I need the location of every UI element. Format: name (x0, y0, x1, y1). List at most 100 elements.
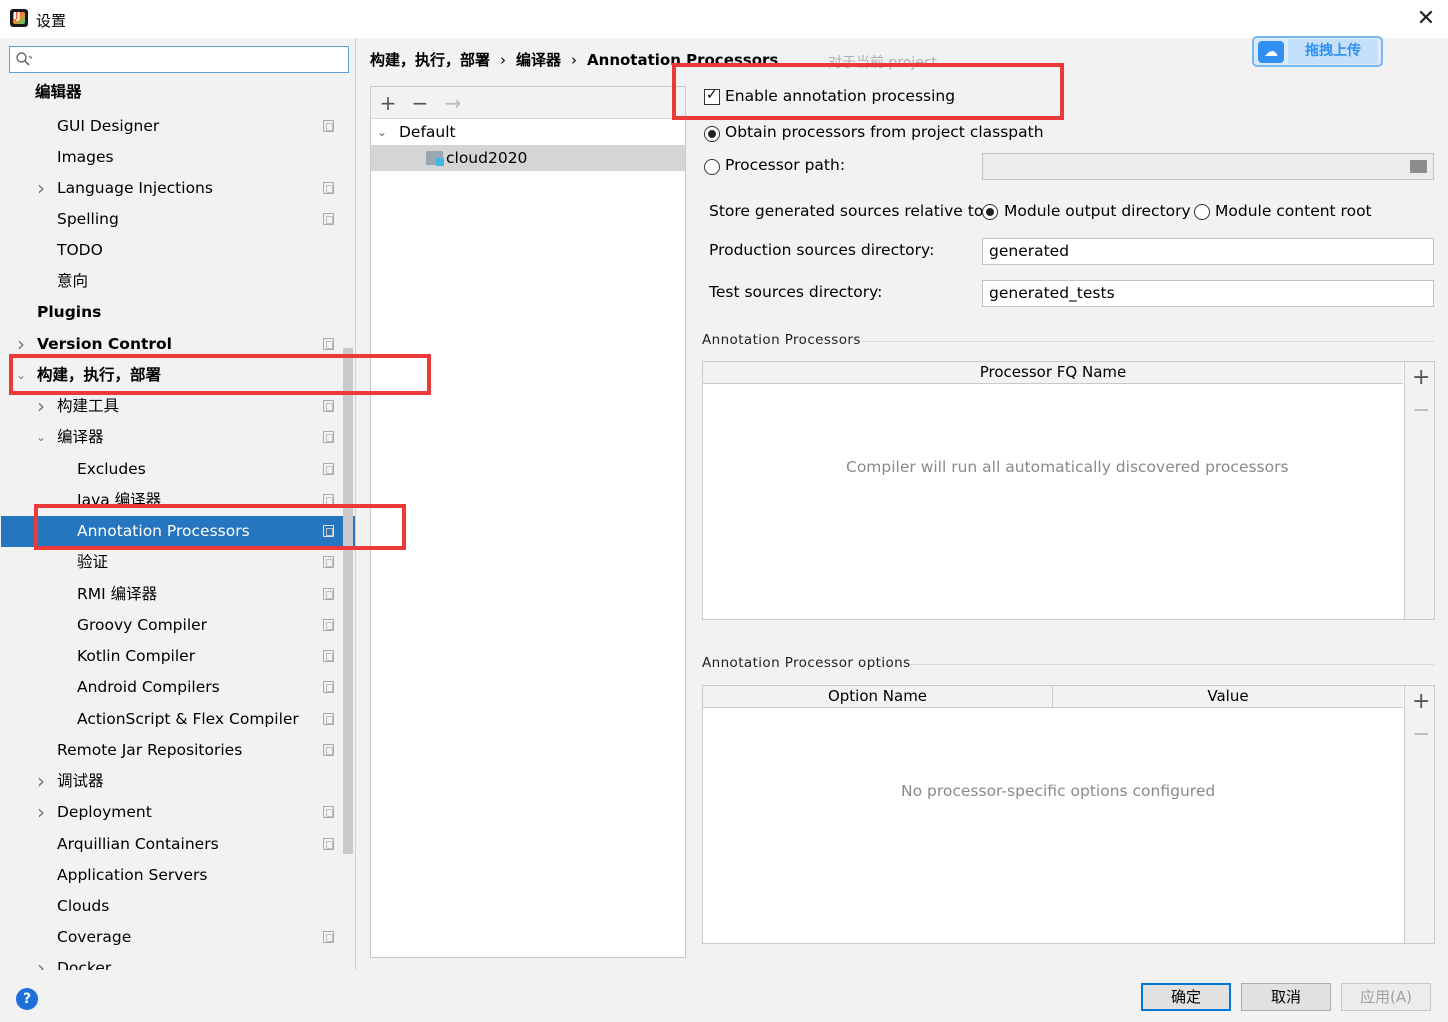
help-button[interactable]: ? (16, 988, 38, 1010)
breadcrumb-item[interactable]: 编译器 (516, 51, 561, 69)
processors-side-toolbar: + − (1404, 362, 1434, 619)
production-sources-label: Production sources directory: (709, 241, 935, 259)
sidebar-scrollbar[interactable] (343, 348, 353, 854)
sidebar-item[interactable]: › Language Injections (1, 173, 341, 204)
sidebar-item-label: Version Control (37, 335, 172, 353)
sidebar-item-label: RMI 编译器 (77, 585, 158, 603)
remove-profile-icon[interactable]: − (408, 91, 432, 115)
sidebar-item-label: Spelling (57, 210, 119, 228)
sidebar-item[interactable]: Application Servers (1, 860, 341, 891)
option-name-header[interactable]: Option Name (703, 686, 1053, 708)
module-output-directory-radio[interactable] (982, 204, 998, 220)
sidebar-item-label: 构建工具 (57, 397, 120, 415)
sidebar-item[interactable]: Android Compilers (1, 672, 341, 703)
processors-empty-text: Compiler will run all automatically disc… (846, 458, 1289, 476)
obtain-from-classpath-radio[interactable] (704, 126, 720, 142)
sidebar-item[interactable]: TODO (1, 235, 341, 266)
add-option-icon[interactable]: + (1412, 691, 1430, 713)
profile-label: Default (399, 123, 456, 141)
sidebar-item-label: Groovy Compiler (77, 616, 208, 634)
option-value-header[interactable]: Value (1053, 686, 1403, 708)
cancel-button[interactable]: 取消 (1241, 983, 1331, 1011)
annotation-processors-section-title: Annotation Processors (702, 332, 861, 348)
sidebar-item[interactable]: › Deployment (1, 797, 341, 828)
enable-annotation-processing-label[interactable]: Enable annotation processing (725, 87, 955, 105)
sidebar-item[interactable]: 编辑器 (1, 77, 341, 108)
upload-widget[interactable]: ☁ 拖拽上传 (1252, 36, 1383, 67)
section-divider (862, 341, 1434, 342)
enable-annotation-processing-checkbox[interactable] (704, 87, 720, 105)
sidebar-item[interactable]: › 构建工具 (1, 391, 341, 422)
chevron-right-icon[interactable]: › (14, 329, 28, 360)
options-table[interactable]: Option Name Value No processor-specific … (702, 685, 1435, 944)
apply-button[interactable]: 应用(A) (1341, 983, 1431, 1011)
profile-module-item[interactable]: cloud2020 (371, 145, 685, 171)
store-generated-label: Store generated sources relative to: (709, 202, 989, 220)
sidebar-item[interactable]: Remote Jar Repositories (1, 735, 341, 766)
chevron-right-icon[interactable]: › (34, 797, 48, 828)
remove-option-icon[interactable]: − (1412, 724, 1430, 746)
sidebar-item[interactable]: Spelling (1, 204, 341, 235)
profile-default[interactable]: ⌄ Default (371, 119, 685, 145)
sidebar-item-label: Android Compilers (77, 678, 220, 696)
sidebar-item[interactable]: 验证 (1, 547, 341, 578)
sidebar-item[interactable]: Kotlin Compiler (1, 641, 341, 672)
sidebar-item[interactable]: RMI 编译器 (1, 579, 341, 610)
chevron-right-icon[interactable]: › (34, 766, 48, 797)
sidebar-item[interactable]: ActionScript & Flex Compiler (1, 704, 341, 735)
sidebar-item[interactable]: › Version Control (1, 329, 341, 360)
processors-table[interactable]: Processor FQ Name Compiler will run all … (702, 361, 1435, 620)
production-sources-field[interactable]: generated (982, 238, 1434, 265)
chevron-down-icon[interactable]: ⌄ (14, 360, 28, 391)
breadcrumb-item[interactable]: 构建，执行，部署 (370, 51, 490, 69)
sidebar-item[interactable]: 意向 (1, 266, 341, 297)
chevron-down-icon[interactable]: ⌄ (34, 422, 48, 453)
close-button[interactable]: ✕ (1412, 6, 1440, 32)
sidebar-item[interactable]: Excludes (1, 454, 341, 485)
sidebar-item[interactable]: › Docker (1, 953, 341, 970)
intellij-logo-icon (10, 9, 28, 27)
add-profile-icon[interactable]: + (376, 91, 400, 115)
chevron-right-icon[interactable]: › (34, 391, 48, 422)
sidebar-item-label: Application Servers (57, 866, 208, 884)
chevron-right-icon[interactable]: › (34, 173, 48, 204)
processor-fq-name-header[interactable]: Processor FQ Name (703, 362, 1403, 384)
options-empty-text: No processor-specific options configured (901, 782, 1216, 800)
ok-button[interactable]: 确定 (1141, 983, 1231, 1011)
sidebar-item[interactable]: Arquillian Containers (1, 829, 341, 860)
project-scope-icon (323, 338, 334, 350)
search-input[interactable] (9, 46, 349, 73)
sidebar-item[interactable]: ⌄ 编译器 (1, 422, 341, 453)
sidebar-item[interactable]: Groovy Compiler (1, 610, 341, 641)
processor-path-field[interactable] (982, 153, 1434, 180)
move-to-profile-icon[interactable]: → (441, 91, 465, 115)
module-content-root-radio[interactable] (1194, 204, 1210, 220)
section-divider (910, 664, 1434, 665)
sidebar-item[interactable]: Plugins (1, 297, 341, 328)
obtain-from-classpath-label[interactable]: Obtain processors from project classpath (725, 123, 1044, 141)
module-output-directory-label[interactable]: Module output directory (1004, 202, 1191, 220)
sidebar-item[interactable]: ⌄ 构建，执行，部署 (1, 360, 341, 391)
sidebar-item[interactable]: Coverage (1, 922, 341, 953)
sidebar-item[interactable]: › 调试器 (1, 766, 341, 797)
project-scope-icon (323, 806, 334, 818)
chevron-down-icon[interactable]: ⌄ (375, 119, 389, 145)
folder-icon[interactable] (1410, 160, 1427, 173)
test-sources-field[interactable]: generated_tests (982, 280, 1434, 307)
sidebar-item[interactable]: GUI Designer (1, 111, 341, 142)
remove-processor-icon[interactable]: − (1412, 400, 1430, 422)
processor-path-radio[interactable] (704, 159, 720, 175)
project-scope-note: 对于当前 project (828, 55, 938, 71)
sidebar-item-label: Kotlin Compiler (77, 647, 196, 665)
project-scope-icon (323, 588, 334, 600)
options-side-toolbar: + − (1404, 686, 1434, 943)
sidebar-item[interactable]: Java 编译器 (1, 485, 341, 516)
sidebar-item[interactable]: Clouds (1, 891, 341, 922)
breadcrumb-separator: › (500, 51, 507, 69)
add-processor-icon[interactable]: + (1412, 367, 1430, 389)
processor-path-label[interactable]: Processor path: (725, 156, 845, 174)
chevron-right-icon[interactable]: › (34, 953, 48, 970)
module-content-root-label[interactable]: Module content root (1215, 202, 1372, 220)
sidebar-item[interactable]: Annotation Processors (1, 516, 355, 547)
sidebar-item[interactable]: Images (1, 142, 341, 173)
